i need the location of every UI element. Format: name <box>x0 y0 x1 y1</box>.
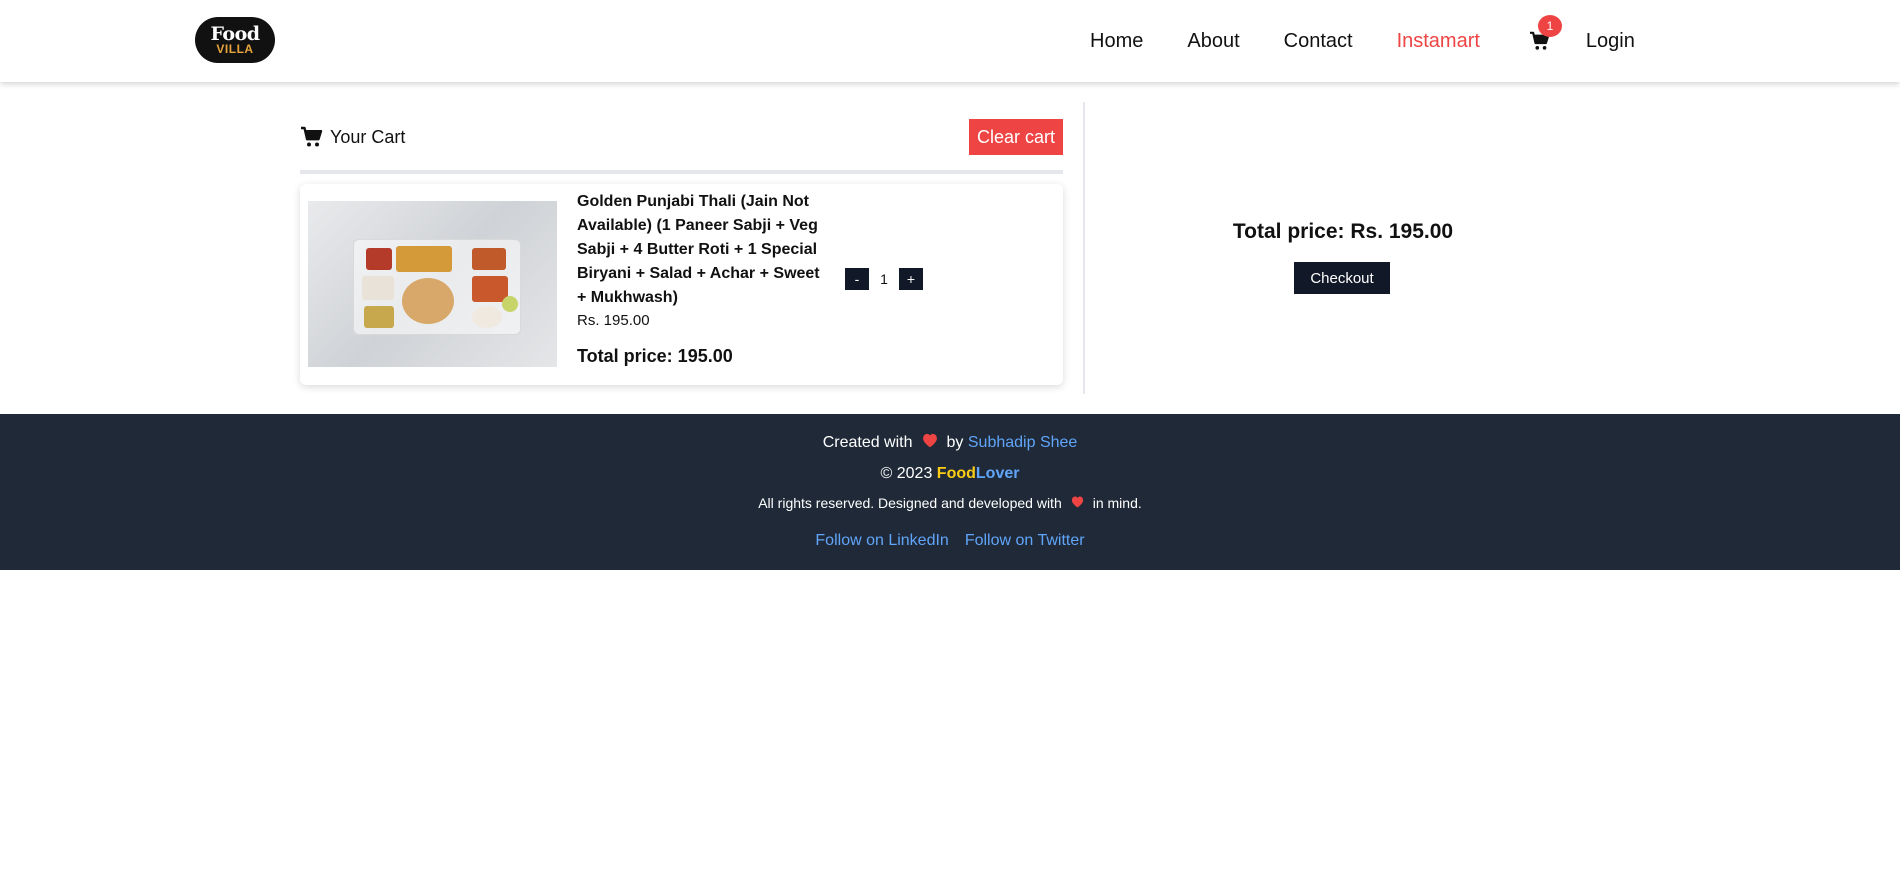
nav-contact[interactable]: Contact <box>1284 30 1353 53</box>
increase-quantity-button[interactable]: + <box>899 268 923 290</box>
nav-about[interactable]: About <box>1187 30 1239 53</box>
thali-image <box>308 201 557 367</box>
rights-suffix-text: in mind. <box>1092 495 1142 511</box>
decrease-quantity-button[interactable]: - <box>845 268 869 290</box>
cart-title: Your Cart <box>300 126 405 148</box>
copyright-text: © 2023 <box>880 465 933 482</box>
main-nav: Home About Contact Instamart 1 Login <box>1090 0 1679 82</box>
clear-cart-button[interactable]: Clear cart <box>968 119 1063 155</box>
rights-prefix-text: All rights reserved. Designed and develo… <box>758 495 1062 511</box>
footer-social-links: Follow on LinkedIn Follow on Twitter <box>0 532 1900 550</box>
footer-rights: All rights reserved. Designed and develo… <box>0 495 1900 511</box>
item-price: Rs. 195.00 <box>577 312 650 329</box>
cart-item-card: Golden Punjabi Thali (Jain Not Available… <box>300 184 1063 385</box>
item-name: Golden Punjabi Thali (Jain Not Available… <box>577 193 820 306</box>
brand-food: Food <box>936 465 976 482</box>
footer-credit: Created with by Subhadip Shee <box>0 432 1900 453</box>
cart-header: Your Cart Clear cart <box>300 118 1063 156</box>
column-divider <box>1083 102 1085 394</box>
nav-login[interactable]: Login <box>1586 30 1635 53</box>
footer-copyright: © 2023 Food Lover <box>0 465 1900 483</box>
linkedin-link[interactable]: Follow on LinkedIn <box>815 532 948 550</box>
heart-icon <box>1070 495 1085 511</box>
nav-home[interactable]: Home <box>1090 30 1143 53</box>
shopping-cart-icon <box>301 126 323 147</box>
cart-count-badge: 1 <box>1537 15 1562 37</box>
food-villa-logo[interactable]: Food VILLA <box>195 17 275 63</box>
created-with-text: Created with <box>822 433 913 451</box>
nav-instamart[interactable]: Instamart <box>1397 30 1480 53</box>
site-header: Food VILLA Home About Contact Instamart … <box>0 0 1900 82</box>
cart-title-label: Your Cart <box>330 126 406 147</box>
heart-icon <box>921 432 939 453</box>
nav-cart-button[interactable]: 1 <box>1526 15 1562 55</box>
by-text: by <box>946 433 964 451</box>
checkout-button[interactable]: Checkout <box>1294 262 1390 294</box>
quantity-stepper: - 1 + <box>845 268 923 290</box>
cart-divider <box>300 170 1063 174</box>
order-total: Total price: Rs. 195.00 <box>1232 220 1454 243</box>
quantity-value: 1 <box>880 271 888 287</box>
twitter-link[interactable]: Follow on Twitter <box>965 532 1085 550</box>
author-link[interactable]: Subhadip Shee <box>968 434 1077 452</box>
logo-text-villa: VILLA <box>216 42 254 56</box>
brand-lover: Lover <box>975 465 1020 482</box>
thali-tray <box>353 239 521 335</box>
site-footer: Created with by Subhadip Shee © 2023 Foo… <box>0 414 1900 570</box>
item-total-price: Total price: 195.00 <box>577 346 733 366</box>
